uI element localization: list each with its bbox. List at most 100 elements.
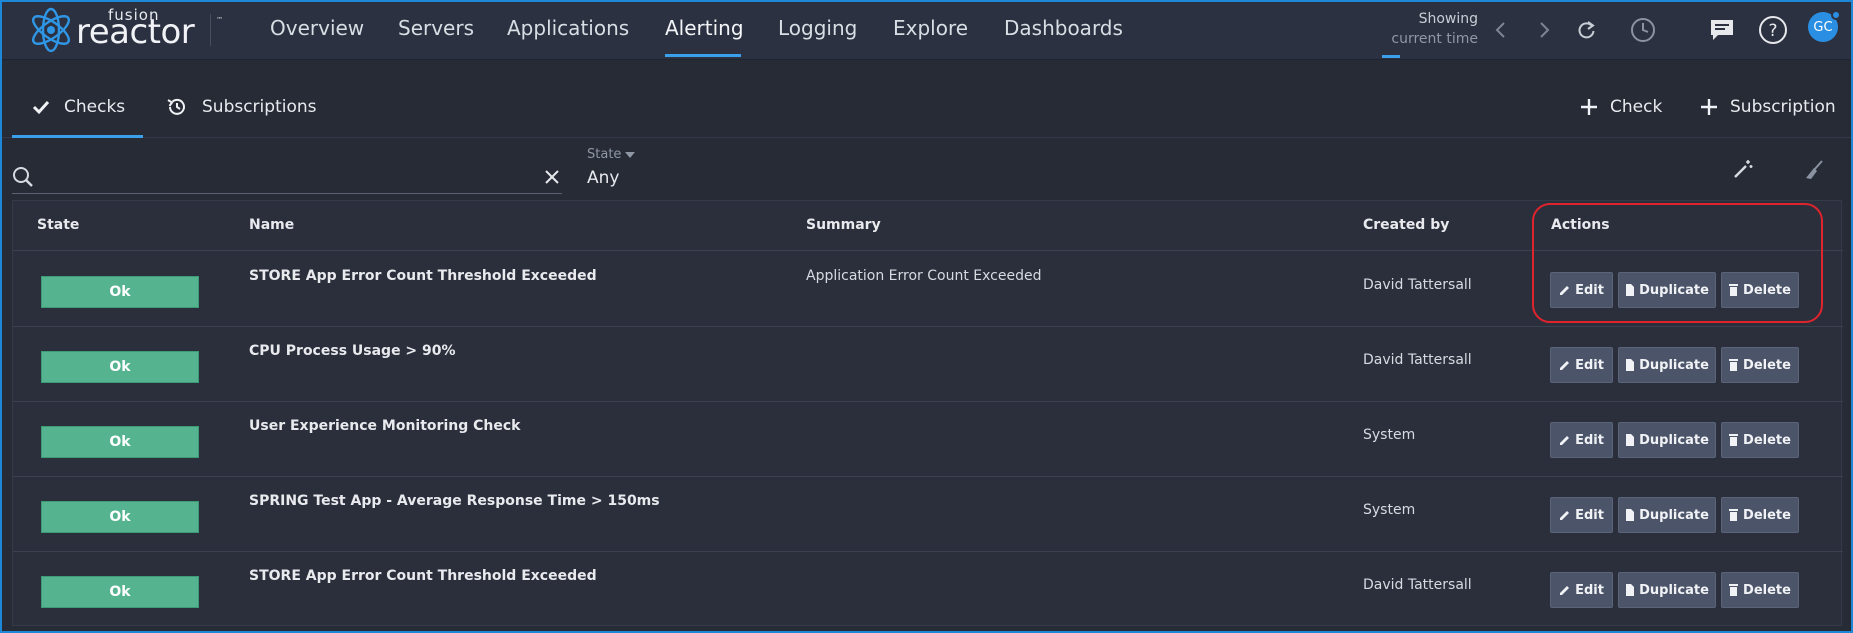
refresh-icon[interactable] [1572, 15, 1602, 45]
chat-icon[interactable] [1707, 15, 1737, 45]
chevron-right-icon[interactable] [1529, 15, 1559, 45]
svg-text:?: ? [1768, 21, 1777, 41]
tab-subscriptions[interactable]: Subscriptions [166, 76, 316, 138]
table-row[interactable]: Ok SPRING Test App - Average Response Ti… [13, 477, 1843, 552]
checks-tab-bar: Checks Subscriptions Check Subscription [2, 76, 1851, 138]
state-badge: Ok [41, 426, 199, 458]
nav-servers[interactable]: Servers [398, 16, 474, 40]
table-row[interactable]: Ok User Experience Monitoring Check Syst… [13, 402, 1843, 477]
showing-label: Showing [1418, 11, 1478, 27]
fusionreactor-logo[interactable]: fusion reactor ™ [26, 4, 223, 56]
delete-button[interactable]: Delete [1721, 347, 1799, 383]
plus-icon [1581, 99, 1597, 115]
duplicate-button-label: Duplicate [1639, 582, 1709, 598]
delete-button-label: Delete [1743, 282, 1791, 298]
edit-button[interactable]: Edit [1550, 572, 1613, 608]
add-check-button[interactable]: Check [1580, 76, 1662, 138]
nav-applications[interactable]: Applications [507, 16, 629, 40]
logo-trademark: ™ [216, 16, 223, 24]
search-input[interactable] [38, 162, 528, 192]
table-row[interactable]: Ok STORE App Error Count Threshold Excee… [13, 252, 1843, 327]
state-filter-label-text: State [587, 147, 622, 162]
table-header: State Name Summary Created by Actions [13, 201, 1843, 251]
clock-icon[interactable] [1628, 15, 1658, 45]
trash-icon [1729, 284, 1739, 296]
pencil-icon [1560, 510, 1570, 520]
edit-button[interactable]: Edit [1550, 272, 1613, 308]
logo-divider [210, 14, 211, 46]
showing-range: current time [1391, 31, 1478, 47]
state-badge: Ok [41, 351, 199, 383]
check-name[interactable]: STORE App Error Count Threshold Exceeded [249, 568, 597, 584]
checks-table: State Name Summary Created by Actions Ok… [12, 200, 1843, 627]
check-created-by: System [1363, 427, 1416, 443]
duplicate-button[interactable]: Duplicate [1618, 422, 1716, 458]
delete-button[interactable]: Delete [1721, 497, 1799, 533]
copy-icon [1626, 584, 1635, 596]
edit-button[interactable]: Edit [1550, 422, 1613, 458]
check-name[interactable]: CPU Process Usage > 90% [249, 343, 456, 359]
nav-active-indicator [665, 54, 741, 57]
nav-logging[interactable]: Logging [778, 16, 857, 40]
copy-icon [1626, 284, 1635, 296]
check-name[interactable]: SPRING Test App - Average Response Time … [249, 493, 660, 509]
state-filter-label[interactable]: State [587, 147, 636, 162]
nav-dashboards[interactable]: Dashboards [1004, 16, 1123, 40]
delete-button[interactable]: Delete [1721, 422, 1799, 458]
search-icon [13, 167, 33, 187]
pencil-icon [1560, 360, 1570, 370]
delete-button-label: Delete [1743, 582, 1791, 598]
edit-button[interactable]: Edit [1550, 347, 1613, 383]
trash-icon [1729, 509, 1739, 521]
delete-button[interactable]: Delete [1721, 272, 1799, 308]
check-name[interactable]: STORE App Error Count Threshold Exceeded [249, 268, 597, 284]
table-row[interactable]: Ok CPU Process Usage > 90% David Tatters… [13, 327, 1843, 402]
time-range-selector[interactable]: Showing current time [1382, 9, 1478, 49]
time-range-indicator [1382, 55, 1400, 58]
check-name[interactable]: User Experience Monitoring Check [249, 418, 520, 434]
pencil-icon [1560, 285, 1570, 295]
check-created-by: David Tattersall [1363, 577, 1472, 593]
check-created-by: David Tattersall [1363, 352, 1472, 368]
nav-overview[interactable]: Overview [270, 16, 364, 40]
check-summary: Application Error Count Exceeded [806, 268, 1042, 284]
delete-button[interactable]: Delete [1721, 572, 1799, 608]
logo-reactor-text: reactor [76, 12, 195, 52]
clear-search-icon[interactable] [544, 169, 560, 185]
edit-button-label: Edit [1575, 357, 1604, 373]
add-check-label: Check [1610, 97, 1663, 117]
pencil-icon [1560, 435, 1570, 445]
duplicate-button[interactable]: Duplicate [1618, 272, 1716, 308]
magic-wand-icon[interactable] [1732, 158, 1754, 180]
table-row[interactable]: Ok STORE App Error Count Threshold Excee… [13, 552, 1843, 627]
nav-alerting[interactable]: Alerting [665, 16, 744, 40]
column-header-created-by[interactable]: Created by [1363, 217, 1449, 233]
notification-dot [1831, 10, 1841, 20]
column-header-name[interactable]: Name [249, 217, 294, 233]
tab-checks[interactable]: Checks [32, 76, 125, 138]
edit-button-label: Edit [1575, 582, 1604, 598]
state-badge: Ok [41, 576, 199, 608]
duplicate-button-label: Duplicate [1639, 357, 1709, 373]
plus-icon [1701, 99, 1717, 115]
broom-icon[interactable] [1803, 159, 1825, 181]
atom-logo-icon [31, 7, 71, 53]
trash-icon [1729, 584, 1739, 596]
duplicate-button-label: Duplicate [1639, 282, 1709, 298]
duplicate-button[interactable]: Duplicate [1618, 497, 1716, 533]
state-filter-value[interactable]: Any [587, 168, 619, 188]
help-icon[interactable]: ? [1758, 15, 1788, 45]
edit-button[interactable]: Edit [1550, 497, 1613, 533]
tab-checks-label: Checks [64, 97, 126, 117]
add-subscription-button[interactable]: Subscription [1700, 76, 1836, 138]
delete-button-label: Delete [1743, 357, 1791, 373]
column-header-state[interactable]: State [37, 217, 79, 233]
nav-explore[interactable]: Explore [893, 16, 968, 40]
duplicate-button[interactable]: Duplicate [1618, 347, 1716, 383]
duplicate-button[interactable]: Duplicate [1618, 572, 1716, 608]
column-header-summary[interactable]: Summary [806, 217, 881, 233]
trash-icon [1729, 359, 1739, 371]
tab-subscriptions-label: Subscriptions [202, 97, 317, 117]
chevron-left-icon[interactable] [1486, 15, 1516, 45]
history-icon [167, 98, 185, 115]
